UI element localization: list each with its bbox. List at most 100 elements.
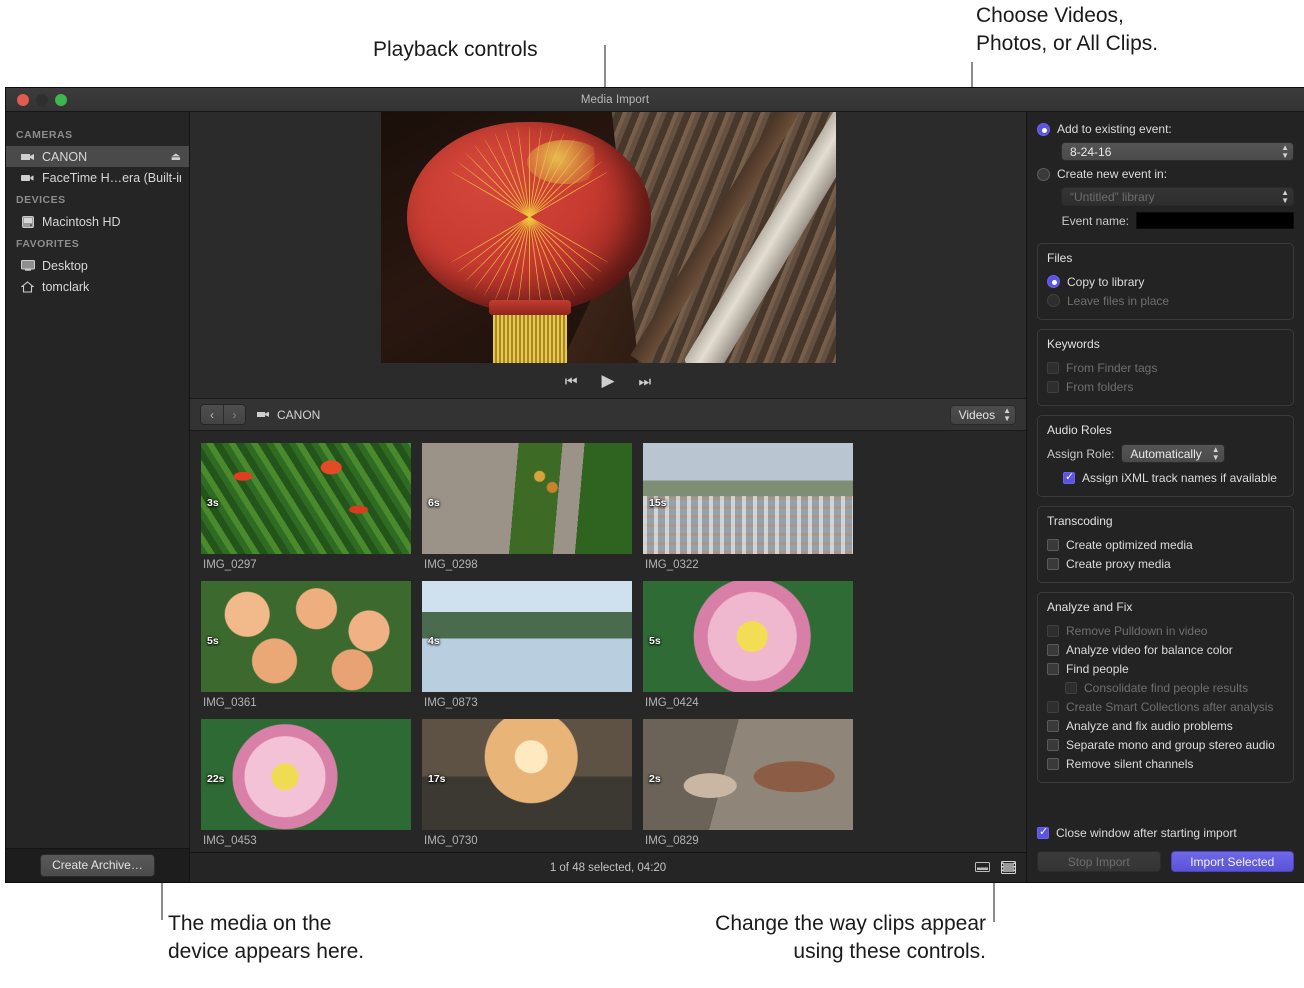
analyze-row-1[interactable]: Analyze video for balance color xyxy=(1047,640,1284,659)
clip-item[interactable]: 6s IMG_0298 xyxy=(422,443,632,571)
ixml-row[interactable]: Assign iXML track names if available xyxy=(1047,468,1284,487)
clip-thumbnail[interactable]: 3s xyxy=(201,443,411,554)
sidebar-scroll[interactable]: CAMERAS CANON ⏏ FaceTime H…era (Built-in… xyxy=(6,112,189,848)
skip-to-end-icon[interactable]: ⏭ xyxy=(639,374,652,388)
checkbox-consolidate-find-people[interactable] xyxy=(1065,682,1077,694)
clip-item[interactable]: 22s IMG_0453 xyxy=(201,719,411,847)
radio-add-existing-event[interactable] xyxy=(1037,123,1050,136)
analyze-row-7[interactable]: Remove silent channels xyxy=(1047,754,1284,773)
checkbox-remove-pulldown[interactable] xyxy=(1047,625,1059,637)
chevron-updown-icon: ▲▼ xyxy=(1003,407,1011,423)
analyze-row-5[interactable]: Analyze and fix audio problems xyxy=(1047,716,1284,735)
audio-roles-group: Audio Roles Assign Role: Automatically ▲… xyxy=(1037,415,1294,497)
analyze-row-3[interactable]: Consolidate find people results xyxy=(1047,678,1284,697)
analyze-label-6: Separate mono and group stereo audio xyxy=(1066,738,1275,752)
list-view-icon[interactable] xyxy=(974,861,990,875)
media-import-window: Media Import CAMERAS CANON ⏏ xyxy=(6,88,1304,882)
event-name-field[interactable] xyxy=(1136,212,1294,229)
clip-name: IMG_0322 xyxy=(643,554,853,571)
checkbox-analyze-fix-audio[interactable] xyxy=(1047,720,1059,732)
checkbox-close-window-after-import[interactable] xyxy=(1037,827,1049,839)
optimized-media-row[interactable]: Create optimized media xyxy=(1047,535,1284,554)
clip-duration-badge: 4s xyxy=(428,635,440,647)
filmstrip-view-icon[interactable] xyxy=(1000,861,1016,875)
clip-thumbnail[interactable]: 15s xyxy=(643,443,853,554)
clip-item[interactable]: 4s IMG_0873 xyxy=(422,581,632,709)
close-window-row[interactable]: Close window after starting import xyxy=(1037,823,1294,842)
sidebar-header-favorites: FAVORITES xyxy=(6,232,189,255)
checkbox-from-finder-tags[interactable] xyxy=(1047,362,1059,374)
clip-thumbnail[interactable]: 5s xyxy=(643,581,853,692)
screenshot-root: Playback controls Choose Videos, Photos,… xyxy=(0,0,1304,988)
files-group-title: Files xyxy=(1047,251,1284,265)
radio-leave-files-in-place[interactable] xyxy=(1047,294,1060,307)
existing-event-select-row: 8-24-16 ▲▼ xyxy=(1037,142,1294,161)
checkbox-create-smart-collections[interactable] xyxy=(1047,701,1059,713)
clip-item[interactable]: 3s IMG_0297 xyxy=(201,443,411,571)
callout-playback-controls: Playback controls xyxy=(373,36,538,64)
from-finder-tags-label: From Finder tags xyxy=(1066,361,1157,375)
import-button-row: Stop Import Import Selected xyxy=(1037,851,1294,872)
play-icon[interactable]: ▶ xyxy=(601,372,614,389)
sidebar-item-canon[interactable]: CANON ⏏ xyxy=(6,146,189,167)
clip-thumbnail[interactable]: 6s xyxy=(422,443,632,554)
analyze-row-0[interactable]: Remove Pulldown in video xyxy=(1047,621,1284,640)
add-existing-event-row[interactable]: Add to existing event: xyxy=(1037,122,1294,136)
back-button[interactable]: ‹ xyxy=(201,405,223,424)
analyze-row-4[interactable]: Create Smart Collections after analysis xyxy=(1047,697,1284,716)
clip-artwork xyxy=(422,443,632,554)
media-filter-popup[interactable]: Videos ▲▼ xyxy=(950,405,1016,425)
import-selected-button[interactable]: Import Selected xyxy=(1171,851,1295,872)
preview-lantern-decoration xyxy=(527,140,603,184)
create-new-event-row[interactable]: Create new event in: xyxy=(1037,167,1294,181)
clip-duration-badge: 6s xyxy=(428,497,440,509)
clip-thumbnail[interactable]: 4s xyxy=(422,581,632,692)
radio-copy-to-library[interactable] xyxy=(1047,275,1060,288)
checkbox-assign-ixml[interactable] xyxy=(1063,472,1075,484)
leave-files-row[interactable]: Leave files in place xyxy=(1047,291,1284,310)
create-archive-button[interactable]: Create Archive… xyxy=(40,854,155,877)
copy-to-library-row[interactable]: Copy to library xyxy=(1047,272,1284,291)
clip-item[interactable]: 5s IMG_0424 xyxy=(643,581,853,709)
analyze-label-2: Find people xyxy=(1066,662,1129,676)
checkbox-remove-silent-channels[interactable] xyxy=(1047,758,1059,770)
proxy-media-row[interactable]: Create proxy media xyxy=(1047,554,1284,573)
checkbox-analyze-balance-color[interactable] xyxy=(1047,644,1059,656)
checkbox-separate-mono-stereo[interactable] xyxy=(1047,739,1059,751)
clip-name: IMG_0424 xyxy=(643,692,853,709)
sidebar-item-desktop[interactable]: Desktop xyxy=(6,255,189,276)
clip-thumbnail[interactable]: 22s xyxy=(201,719,411,830)
clip-thumbnail[interactable]: 5s xyxy=(201,581,411,692)
assign-role-select[interactable]: Automatically ▲▼ xyxy=(1121,444,1224,463)
sidebar-item-facetime[interactable]: FaceTime H…era (Built-in) xyxy=(6,167,189,188)
clip-item[interactable]: 17s IMG_0730 xyxy=(422,719,632,847)
sidebar-item-tomclark[interactable]: tomclark xyxy=(6,276,189,297)
clip-item[interactable]: 2s IMG_0829 xyxy=(643,719,853,847)
analyze-row-2[interactable]: Find people xyxy=(1047,659,1284,678)
checkbox-find-people[interactable] xyxy=(1047,663,1059,675)
radio-create-new-event[interactable] xyxy=(1037,168,1050,181)
from-folders-row[interactable]: From folders xyxy=(1047,377,1284,396)
preview-tassel xyxy=(493,311,567,363)
skip-to-start-icon[interactable]: ⏮ xyxy=(565,374,578,388)
existing-event-select[interactable]: 8-24-16 ▲▼ xyxy=(1061,142,1294,161)
clip-item[interactable]: 15s IMG_0322 xyxy=(643,443,853,571)
clip-thumbnail[interactable]: 2s xyxy=(643,719,853,830)
clip-item[interactable]: 5s IMG_0361 xyxy=(201,581,411,709)
clip-browser[interactable]: 3s IMG_0297 6s IMG_0298 xyxy=(190,431,1026,852)
from-finder-tags-row[interactable]: From Finder tags xyxy=(1047,358,1284,377)
stop-import-button[interactable]: Stop Import xyxy=(1037,851,1161,872)
checkbox-from-folders[interactable] xyxy=(1047,381,1059,393)
forward-button[interactable]: › xyxy=(223,405,245,424)
sidebar-item-macintosh-hd[interactable]: Macintosh HD xyxy=(6,211,189,232)
checkbox-create-proxy-media[interactable] xyxy=(1047,558,1059,570)
clip-thumbnail[interactable]: 17s xyxy=(422,719,632,830)
assign-role-row: Assign Role: Automatically ▲▼ xyxy=(1047,444,1284,463)
eject-icon[interactable]: ⏏ xyxy=(171,150,181,163)
checkbox-create-optimized-media[interactable] xyxy=(1047,539,1059,551)
analyze-row-6[interactable]: Separate mono and group stereo audio xyxy=(1047,735,1284,754)
breadcrumb[interactable]: CANON xyxy=(256,408,320,422)
assign-role-value: Automatically xyxy=(1130,447,1211,461)
clip-duration-badge: 15s xyxy=(649,497,667,509)
library-select[interactable]: “Untitled” library ▲▼ xyxy=(1061,187,1294,206)
